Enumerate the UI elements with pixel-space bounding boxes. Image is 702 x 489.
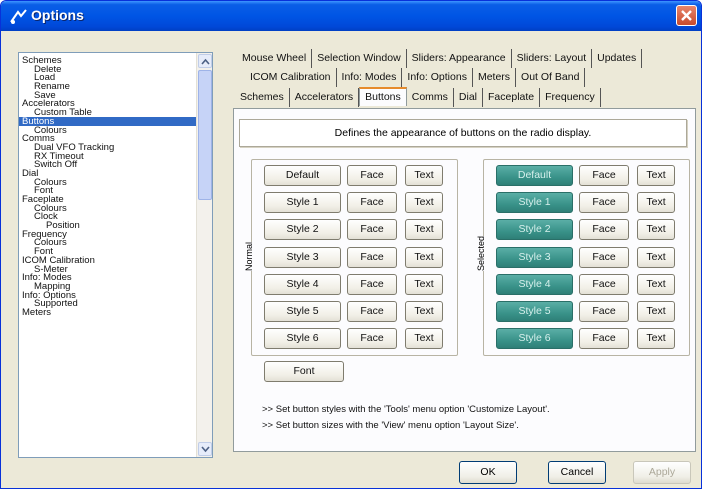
normal-text-button[interactable]: Text xyxy=(405,274,443,295)
selected-style-button[interactable]: Style 6 xyxy=(496,328,573,349)
close-icon xyxy=(681,10,692,21)
chevron-down-icon xyxy=(201,446,210,453)
options-window: Options Schemes Delete Load Rename Save Accel… xyxy=(0,0,702,489)
options-tree-list: Schemes Delete Load Rename Save Accelerators C… xyxy=(19,56,197,317)
selected-face-button[interactable]: Face xyxy=(579,247,629,268)
tab-row-2: ICOM Calibration Info: Modes Info: Options… xyxy=(233,68,693,87)
selected-face-button[interactable]: Face xyxy=(579,165,629,186)
tab-icom-calibration[interactable]: ICOM Calibration xyxy=(245,68,337,87)
normal-group-label: Normal xyxy=(244,241,254,271)
selected-face-button[interactable]: Face xyxy=(579,328,629,349)
normal-style-button[interactable]: Style 3 xyxy=(264,247,341,268)
normal-face-button[interactable]: Face xyxy=(347,247,397,268)
options-app-icon xyxy=(9,7,29,25)
tab-frequency[interactable]: Frequency xyxy=(540,88,601,107)
tab-sliders-appearance[interactable]: Sliders: Appearance xyxy=(407,49,512,68)
tab-faceplate[interactable]: Faceplate xyxy=(483,88,541,107)
selected-text-button[interactable]: Text xyxy=(637,328,675,349)
tree-item[interactable]: Meters xyxy=(19,308,197,317)
scroll-thumb[interactable] xyxy=(198,70,212,200)
selected-face-button[interactable]: Face xyxy=(579,192,629,213)
normal-text-button[interactable]: Text xyxy=(405,328,443,349)
selected-text-button[interactable]: Text xyxy=(637,301,675,322)
selected-text-button[interactable]: Text xyxy=(637,247,675,268)
selected-style-button[interactable]: Style 3 xyxy=(496,247,573,268)
apply-button[interactable]: Apply xyxy=(633,461,691,484)
selected-style-button[interactable]: Style 2 xyxy=(496,219,573,240)
selected-text-button[interactable]: Text xyxy=(637,274,675,295)
font-button[interactable]: Font xyxy=(264,361,344,382)
tab-schemes[interactable]: Schemes xyxy=(235,88,290,107)
normal-text-button[interactable]: Text xyxy=(405,301,443,322)
normal-style-button[interactable]: Style 1 xyxy=(264,192,341,213)
selected-text-button[interactable]: Text xyxy=(637,219,675,240)
tab-meters[interactable]: Meters xyxy=(473,68,517,87)
note-button-styles: >> Set button styles with the 'Tools' me… xyxy=(262,404,550,415)
selected-style-button[interactable]: Style 4 xyxy=(496,274,573,295)
selected-group-label: Selected xyxy=(476,235,486,271)
tab-buttons[interactable]: Buttons xyxy=(359,87,407,106)
scroll-up-button[interactable] xyxy=(198,54,212,68)
tab-dial[interactable]: Dial xyxy=(454,88,484,107)
normal-text-button[interactable]: Text xyxy=(405,165,443,186)
tab-row-1: Mouse Wheel Selection Window Sliders: Appe… xyxy=(233,49,693,68)
selected-face-button[interactable]: Face xyxy=(579,274,629,295)
normal-style-button[interactable]: Style 5 xyxy=(264,301,341,322)
tab-accelerators[interactable]: Accelerators xyxy=(290,88,360,107)
selected-face-button[interactable]: Face xyxy=(579,301,629,322)
tab-selection-window[interactable]: Selection Window xyxy=(312,49,407,68)
tab-row-3: Schemes Accelerators Buttons Comms Dial Facep… xyxy=(233,87,693,107)
tree-item[interactable]: Switch Off xyxy=(19,160,197,169)
tab-sliders-layout[interactable]: Sliders: Layout xyxy=(512,49,593,68)
normal-style-button[interactable]: Style 6 xyxy=(264,328,341,349)
tab-mouse-wheel[interactable]: Mouse Wheel xyxy=(237,49,313,68)
options-tree[interactable]: Schemes Delete Load Rename Save Accelerators C… xyxy=(18,52,213,458)
selected-face-button[interactable]: Face xyxy=(579,219,629,240)
normal-face-button[interactable]: Face xyxy=(347,328,397,349)
tab-info-modes[interactable]: Info: Modes xyxy=(337,68,403,87)
selected-text-button[interactable]: Text xyxy=(637,192,675,213)
normal-text-button[interactable]: Text xyxy=(405,192,443,213)
options-tabs: Mouse Wheel Selection Window Sliders: Appe… xyxy=(233,49,693,107)
normal-style-button[interactable]: Style 2 xyxy=(264,219,341,240)
selected-style-button[interactable]: Style 5 xyxy=(496,301,573,322)
tab-out-of-band[interactable]: Out Of Band xyxy=(516,68,586,87)
selected-text-button[interactable]: Text xyxy=(637,165,675,186)
tree-scrollbar[interactable] xyxy=(196,53,212,457)
normal-text-button[interactable]: Text xyxy=(405,219,443,240)
description-box: Defines the appearance of buttons on the… xyxy=(239,119,687,147)
normal-style-button[interactable]: Style 4 xyxy=(264,274,341,295)
chevron-up-icon xyxy=(201,58,210,65)
window-title: Options xyxy=(31,7,84,23)
normal-style-button[interactable]: Default xyxy=(264,165,341,186)
normal-face-button[interactable]: Face xyxy=(347,301,397,322)
close-button[interactable] xyxy=(676,5,697,26)
ok-button[interactable]: OK xyxy=(459,461,517,484)
normal-face-button[interactable]: Face xyxy=(347,165,397,186)
tab-updates[interactable]: Updates xyxy=(592,49,643,68)
selected-style-button[interactable]: Default xyxy=(496,165,573,186)
normal-face-button[interactable]: Face xyxy=(347,219,397,240)
tab-comms[interactable]: Comms xyxy=(407,88,454,107)
normal-face-button[interactable]: Face xyxy=(347,274,397,295)
note-button-sizes: >> Set button sizes with the 'View' menu… xyxy=(262,420,519,431)
scroll-down-button[interactable] xyxy=(198,442,212,456)
selected-style-button[interactable]: Style 1 xyxy=(496,192,573,213)
tab-info-options[interactable]: Info: Options xyxy=(402,68,473,87)
normal-face-button[interactable]: Face xyxy=(347,192,397,213)
normal-text-button[interactable]: Text xyxy=(405,247,443,268)
title-bar[interactable]: Options xyxy=(1,1,701,31)
cancel-button[interactable]: Cancel xyxy=(548,461,606,484)
